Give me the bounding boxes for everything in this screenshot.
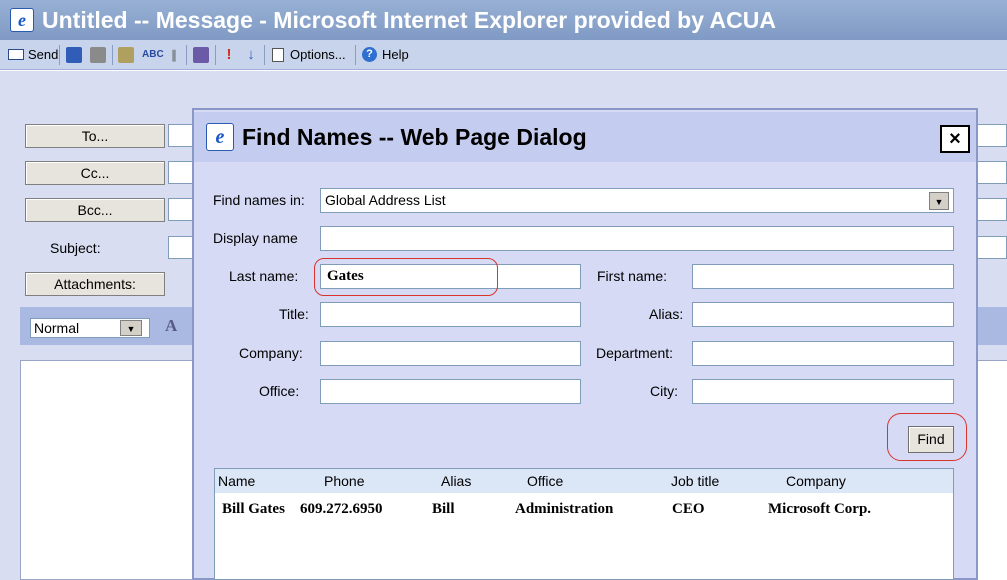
- result-phone: 609.272.6950: [300, 501, 383, 517]
- column-header-job-title[interactable]: Job title: [671, 471, 719, 491]
- options-label: Options...: [290, 47, 346, 62]
- result-name: Bill Gates: [222, 501, 285, 517]
- close-icon: ×: [949, 128, 961, 150]
- attachments-label: Attachments:: [54, 276, 136, 292]
- toolbar-separator: [215, 45, 216, 65]
- find-button-highlight: [887, 413, 967, 461]
- help-icon: ?: [362, 47, 377, 62]
- ie-icon: e: [10, 8, 34, 32]
- department-input[interactable]: [692, 341, 954, 366]
- office-input[interactable]: [320, 379, 581, 404]
- find-in-label: Find names in:: [213, 192, 305, 208]
- first-name-label: First name:: [597, 268, 668, 284]
- dialog-title: Find Names -- Web Page Dialog: [242, 124, 587, 150]
- help-label: Help: [382, 47, 409, 62]
- to-button[interactable]: To...: [25, 124, 165, 148]
- font-color-icon[interactable]: A: [165, 316, 177, 336]
- low-importance-icon[interactable]: ↓: [243, 47, 259, 63]
- toolbar-separator: [112, 45, 113, 65]
- to-label: To...: [81, 128, 109, 144]
- ie-icon: e: [206, 123, 234, 151]
- title-input[interactable]: [320, 302, 581, 327]
- cc-label: Cc...: [80, 165, 110, 181]
- find-in-value: Global Address List: [325, 192, 446, 208]
- close-button[interactable]: ×: [940, 125, 970, 153]
- check-names-icon[interactable]: [118, 47, 134, 63]
- paragraph-style-value: Normal: [34, 320, 80, 336]
- spelling-icon[interactable]: ABC: [142, 47, 164, 63]
- result-job-title: CEO: [672, 501, 705, 517]
- column-header-office[interactable]: Office: [527, 471, 563, 491]
- cc-field-right[interactable]: [978, 161, 1007, 184]
- column-header-alias[interactable]: Alias: [441, 471, 471, 491]
- cc-button[interactable]: Cc...: [25, 161, 165, 185]
- column-header-company[interactable]: Company: [786, 471, 846, 491]
- chevron-down-icon[interactable]: ▼: [120, 320, 142, 336]
- alias-label: Alias:: [649, 306, 684, 322]
- find-in-select[interactable]: Global Address List: [320, 188, 954, 213]
- chevron-down-icon[interactable]: ▼: [929, 192, 949, 210]
- display-name-label: Display name: [213, 230, 298, 246]
- office-label: Office:: [259, 383, 300, 399]
- to-field-right[interactable]: [978, 124, 1007, 147]
- send-label: Send: [28, 47, 59, 62]
- company-label: Company:: [239, 345, 303, 361]
- send-button[interactable]: Send: [8, 45, 58, 65]
- last-name-highlight: [314, 258, 498, 296]
- high-importance-icon[interactable]: !: [221, 47, 237, 63]
- city-input[interactable]: [692, 379, 954, 404]
- bcc-field-right[interactable]: [978, 198, 1007, 221]
- format-bar-right: [978, 307, 1007, 345]
- toolbar-separator: [355, 45, 356, 65]
- first-name-input[interactable]: [692, 264, 954, 289]
- column-header-phone[interactable]: Phone: [324, 471, 364, 491]
- envelope-icon: [8, 49, 24, 60]
- save-icon[interactable]: [66, 47, 82, 63]
- toolbar-separator: [186, 45, 187, 65]
- city-label: City:: [650, 383, 678, 399]
- toolbar-separator: [264, 45, 265, 65]
- options-button[interactable]: Options...: [272, 45, 346, 65]
- paperclip-icon[interactable]: ∥: [166, 47, 182, 63]
- options-icon: [272, 48, 284, 62]
- display-name-input[interactable]: [320, 226, 954, 251]
- column-header-name[interactable]: Name: [218, 471, 255, 491]
- message-body[interactable]: [20, 360, 220, 580]
- subject-field-right[interactable]: [978, 236, 1007, 259]
- title-label: Title:: [279, 306, 309, 322]
- window-title: Untitled -- Message - Microsoft Internet…: [42, 7, 776, 33]
- result-company: Microsoft Corp.: [768, 501, 872, 517]
- last-name-label: Last name:: [229, 268, 299, 284]
- department-label: Department:: [596, 345, 674, 361]
- attachments-button[interactable]: Attachments:: [25, 272, 165, 296]
- result-office: Administration: [515, 501, 614, 517]
- bcc-label: Bcc...: [77, 202, 113, 218]
- print-icon[interactable]: [90, 47, 106, 63]
- company-input[interactable]: [320, 341, 581, 366]
- bcc-button[interactable]: Bcc...: [25, 198, 165, 222]
- toolbar-separator: [59, 45, 60, 65]
- message-body-right[interactable]: [978, 360, 1007, 580]
- alias-input[interactable]: [692, 302, 954, 327]
- result-alias: Bill: [432, 501, 455, 517]
- help-button[interactable]: ? Help: [362, 45, 409, 65]
- subject-label: Subject:: [50, 240, 101, 256]
- address-book-icon[interactable]: [193, 47, 209, 63]
